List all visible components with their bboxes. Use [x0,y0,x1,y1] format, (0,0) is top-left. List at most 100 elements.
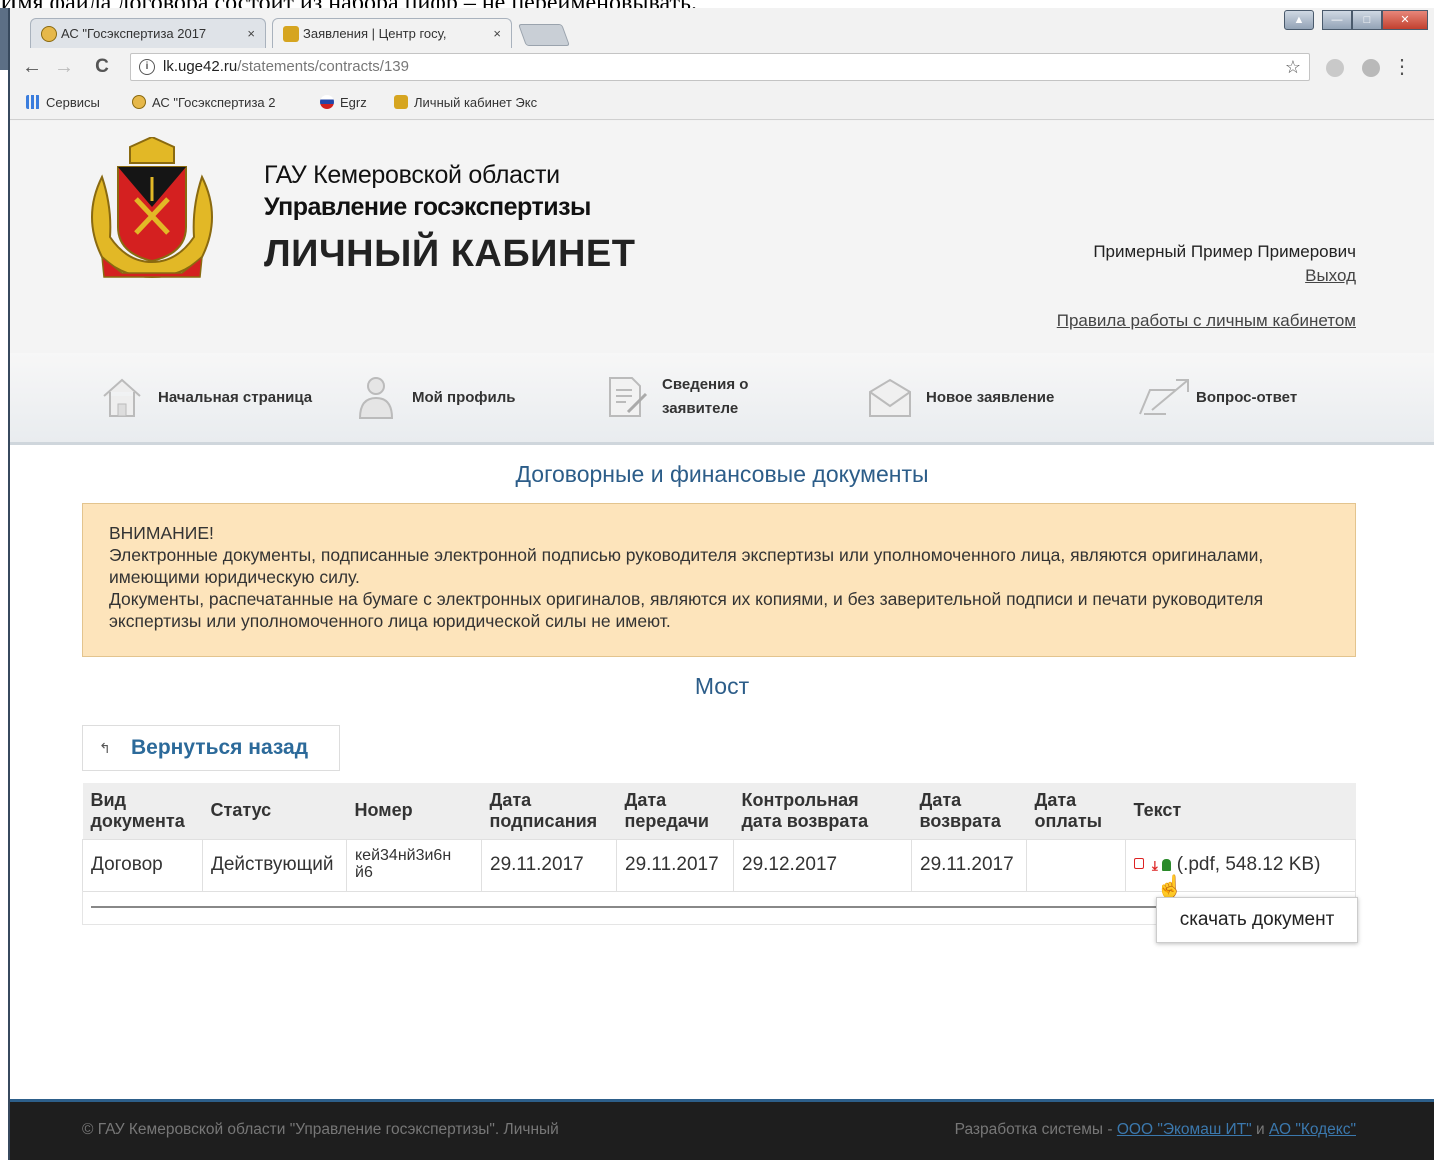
download-icon[interactable]: ⤓ [1152,858,1158,874]
nav-faq[interactable]: Вопрос-ответ [1136,367,1297,427]
nav-label: Мой профиль [412,388,516,406]
address-bar[interactable]: i lk.uge42.ru/statements/contracts/139 ☆ [130,53,1310,81]
bookmark-egrz[interactable]: Egrz [320,95,367,110]
pdf-file-icon[interactable] [1134,858,1144,869]
nav-new-statement[interactable]: Новое заявление [866,367,1054,427]
number-text: кей34нй3и6н [355,847,452,864]
close-window-icon[interactable]: ✕ [1382,10,1428,30]
reload-icon[interactable]: C [90,54,114,80]
forward-arrow-icon[interactable]: → [52,54,76,80]
flag-icon [320,95,334,109]
rules-link[interactable]: Правила работы с личным кабинетом [1057,311,1356,331]
tab-gosexpertiza[interactable]: АС "Госэкспертиза 2017 × [30,18,266,48]
cell-text: ⤓ (.pdf, 548.12 KB) ☝ [1125,838,1356,899]
coat-of-arms-logo-icon [91,137,213,279]
header-text: подписания [489,810,598,831]
horizontal-scrollbar[interactable] [91,906,1271,908]
header-text: оплаты [1034,810,1103,831]
bookmark-gosexpertiza[interactable]: АС "Госэкспертиза 2 [132,95,275,110]
logout-link[interactable]: Выход [1305,266,1356,286]
table-header-row: Вид документа Статус Номер Дата подписания… [82,783,1356,839]
cell-return-date: 29.11.2017 [911,838,1027,892]
bookmark-star-icon[interactable]: ☆ [1285,54,1301,80]
documents-table: Вид документа Статус Номер Дата подписания… [82,783,1356,899]
download-tooltip: скачать документ [1156,897,1358,943]
file-info: (.pdf, 548.12 KB) [1176,854,1321,875]
back-button-label: Вернуться назад [131,736,309,759]
new-tab-button[interactable] [517,24,571,46]
extension-icon[interactable] [1326,59,1344,77]
user-name: Примерный Пример Примерович [1093,242,1356,261]
developer-link-kodeks[interactable]: АО "Кодекс" [1269,1121,1356,1138]
back-button[interactable]: ↰ Вернуться назад [82,725,340,771]
browser-menu-icon[interactable]: ⋮ [1392,54,1412,80]
footer-text: Разработка системы - [954,1121,1117,1138]
coat-of-arms-icon [283,26,299,42]
developer-link-ekomash[interactable]: ООО "Экомаш ИТ" [1117,1121,1252,1138]
back-arrow-icon[interactable]: ← [20,54,44,80]
cell-control-date: 29.12.2017 [733,838,912,892]
org-name-line2: Управление госэкспертизы [264,193,591,221]
maximize-icon[interactable]: □ [1352,10,1382,30]
cell-status: Действующий [202,838,347,892]
warning-paragraph: Документы, распечатанные на бумаге с эле… [109,589,1264,631]
header-text: Дата [1034,789,1077,810]
org-name-line1: ГАУ Кемеровской области [264,161,560,189]
nav-applicant[interactable]: Сведения о заявителе [602,367,748,427]
col-transfer-date: Дата передачи [616,783,734,839]
nav-label-line2: заявителе [662,400,739,417]
footer-text: и [1251,1121,1269,1138]
col-control-date: Контрольная дата возврата [733,783,912,839]
site-footer: © ГАУ Кемеровской области "Управление го… [10,1099,1434,1160]
coat-of-arms-icon [394,95,408,109]
browser-toolbar: ← → C i lk.uge42.ru/statements/contracts… [10,48,1434,86]
nav-profile[interactable]: Мой профиль [352,367,516,427]
tab-close-icon[interactable]: × [493,19,501,48]
bookmark-services[interactable]: Сервисы [26,95,100,110]
header-text: Контрольная [741,789,859,810]
site-favicon-icon [41,26,57,42]
footer-copyright: © ГАУ Кемеровской области "Управление го… [82,1121,559,1138]
bookmark-label: Сервисы [46,95,100,110]
site-info-icon[interactable]: i [139,59,155,75]
envelope-icon [869,378,911,417]
extension-icon[interactable] [1362,59,1380,77]
cell-sign-date: 29.11.2017 [481,838,617,892]
user-profile-icon[interactable]: ▲ [1284,10,1314,30]
footer-developers: Разработка системы - ООО "Экомаш ИТ" и А… [955,1121,1356,1139]
nav-label-line1: Сведения о [662,376,749,393]
col-pay-date: Дата оплаты [1026,783,1126,839]
header-text: Дата [489,789,532,810]
signature-icon[interactable] [1161,859,1171,871]
col-return-date: Дата возврата [911,783,1027,839]
col-status: Статус [202,783,347,839]
tab-title: Заявления | Центр госу, [303,26,447,41]
col-number: Номер [346,783,482,839]
window-controls: ▲ — □ ✕ [1284,10,1428,30]
site-favicon-icon [132,95,146,109]
warning-box: ВНИМАНИЕ! Электронные документы, подписа… [82,503,1356,657]
document-edit-icon [609,377,648,417]
bookmarks-bar: Сервисы АС "Госэкспертиза 2 Egrz Личный … [10,86,1434,120]
question-answer-icon [1139,379,1189,415]
cell-transfer-date: 29.11.2017 [616,838,734,892]
site-title: ЛИЧНЫЙ КАБИНЕТ [264,233,636,275]
cell-pay-date [1026,838,1126,892]
header-text: Вид [90,789,127,810]
warning-paragraph: Электронные документы, подписанные элект… [109,545,1264,587]
tab-strip: АС "Госэкспертиза 2017 × Заявления | Цен… [10,8,1434,48]
bookmark-label: АС "Госэкспертиза 2 [152,95,276,110]
nav-label: Новое заявление [926,388,1055,406]
minimize-icon[interactable]: — [1322,10,1352,30]
tab-title: АС "Госэкспертиза 2017 [61,26,207,41]
tab-statements[interactable]: Заявления | Центр госу, × [272,18,512,48]
back-arrow-icon: ↰ [99,740,111,756]
bookmark-cabinet[interactable]: Личный кабинет Экс [394,95,566,110]
tab-close-icon[interactable]: × [247,19,255,48]
nav-label: Вопрос-ответ [1196,388,1298,406]
nav-home[interactable]: Начальная страница [98,367,312,427]
object-name: Мост [694,673,750,699]
page-content: ГАУ Кемеровской области Управление госэк… [10,121,1434,1160]
number-text: й6 [355,864,373,881]
header-text: дата возврата [741,810,869,831]
